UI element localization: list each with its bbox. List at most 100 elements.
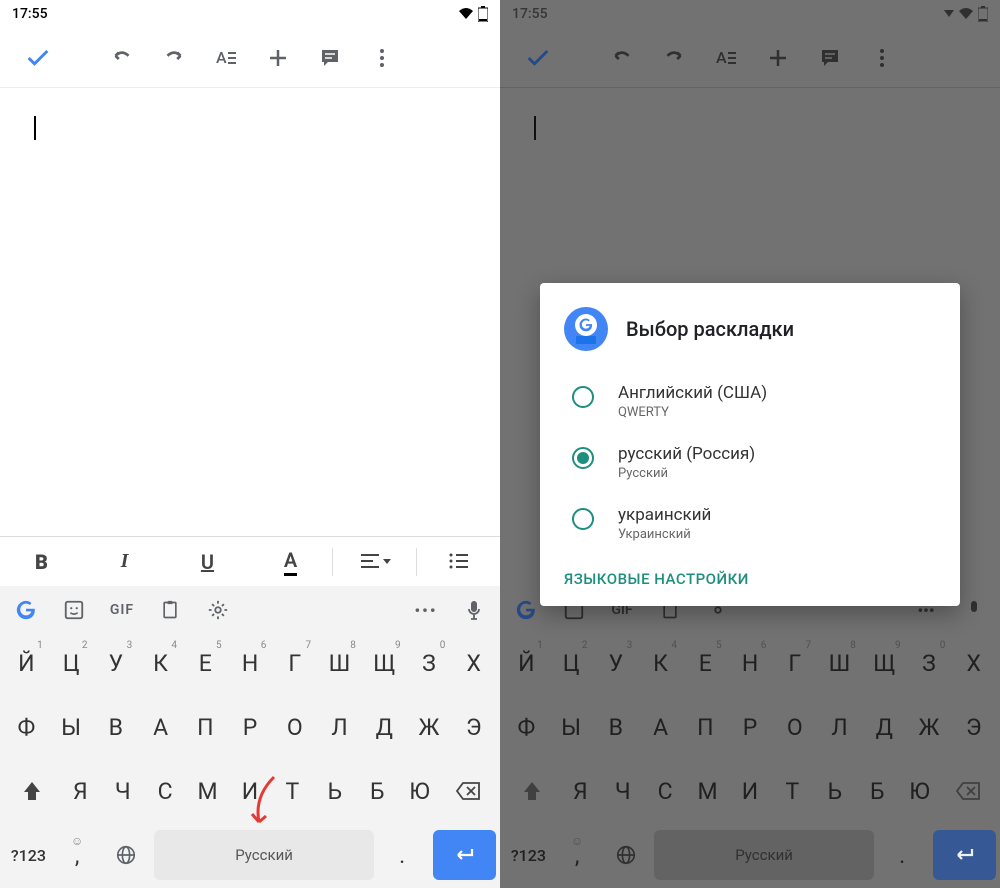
key-Л[interactable]: Л: [817, 702, 862, 752]
key-Ь[interactable]: Ь: [314, 766, 356, 816]
key-Х[interactable]: Х: [451, 638, 496, 688]
key-Г[interactable]: Г7: [272, 638, 317, 688]
key-Ф[interactable]: Ф: [504, 702, 549, 752]
radio-button[interactable]: [572, 386, 594, 408]
key-Ь[interactable]: Ь: [814, 766, 856, 816]
key-И[interactable]: И: [729, 766, 771, 816]
key-Э[interactable]: Э: [451, 702, 496, 752]
key-Г[interactable]: Г7: [772, 638, 817, 688]
key-В[interactable]: В: [93, 702, 138, 752]
comment-button[interactable]: [308, 36, 352, 80]
layout-option[interactable]: русский (Россия) Русский: [564, 432, 936, 493]
key-О[interactable]: О: [772, 702, 817, 752]
settings-icon[interactable]: [204, 596, 232, 624]
google-icon[interactable]: [512, 596, 540, 624]
layout-option[interactable]: Английский (США) QWERTY: [564, 371, 936, 432]
mic-icon[interactable]: [960, 596, 988, 624]
key-С[interactable]: С: [644, 766, 686, 816]
key-Х[interactable]: Х: [951, 638, 996, 688]
key-П[interactable]: П: [183, 702, 228, 752]
key-⇧[interactable]: [504, 766, 559, 816]
key-У[interactable]: У3: [93, 638, 138, 688]
key-Е[interactable]: Е5: [183, 638, 228, 688]
key-Т[interactable]: Т: [771, 766, 813, 816]
key-З[interactable]: З0: [907, 638, 952, 688]
symbols-key[interactable]: ?123: [4, 830, 53, 880]
confirm-button[interactable]: [16, 36, 60, 80]
key-П[interactable]: П: [683, 702, 728, 752]
redo-button[interactable]: [652, 36, 696, 80]
key-У[interactable]: У3: [593, 638, 638, 688]
radio-button[interactable]: [572, 508, 594, 530]
key-⌫[interactable]: [441, 766, 496, 816]
mic-icon[interactable]: [460, 596, 488, 624]
key-Щ[interactable]: Щ9: [862, 638, 907, 688]
layout-option[interactable]: украинский Украинский: [564, 493, 936, 554]
key-Ц[interactable]: Ц2: [49, 638, 94, 688]
key-Б[interactable]: Б: [856, 766, 898, 816]
add-button[interactable]: [256, 36, 300, 80]
key-Е[interactable]: Е5: [683, 638, 728, 688]
key-Н[interactable]: Н6: [728, 638, 773, 688]
key-Я[interactable]: Я: [559, 766, 601, 816]
key-Ш[interactable]: Ш8: [817, 638, 862, 688]
key-Й[interactable]: Й1: [4, 638, 49, 688]
key-Я[interactable]: Я: [59, 766, 101, 816]
key-К[interactable]: К4: [638, 638, 683, 688]
key-Ы[interactable]: Ы: [49, 702, 94, 752]
enter-key[interactable]: [433, 830, 496, 880]
period-key[interactable]: .: [878, 830, 927, 880]
key-И[interactable]: И: [229, 766, 271, 816]
text-color-button[interactable]: A: [249, 548, 332, 576]
format-button[interactable]: A: [704, 36, 748, 80]
key-Т[interactable]: Т: [271, 766, 313, 816]
key-Ю[interactable]: Ю: [898, 766, 940, 816]
bullets-button[interactable]: [417, 553, 500, 571]
key-Д[interactable]: Д: [862, 702, 907, 752]
spacebar-key[interactable]: Русский: [154, 830, 373, 880]
globe-key[interactable]: [102, 830, 151, 880]
key-Ж[interactable]: Ж: [907, 702, 952, 752]
globe-key[interactable]: [602, 830, 651, 880]
key-Ц[interactable]: Ц2: [549, 638, 594, 688]
overflow-button[interactable]: [860, 36, 904, 80]
key-М[interactable]: М: [686, 766, 728, 816]
key-С[interactable]: С: [144, 766, 186, 816]
align-button[interactable]: [333, 553, 416, 571]
key-Ф[interactable]: Ф: [4, 702, 49, 752]
key-А[interactable]: А: [138, 702, 183, 752]
gif-button[interactable]: GIF: [108, 596, 136, 624]
key-Ю[interactable]: Ю: [398, 766, 440, 816]
key-Й[interactable]: Й1: [504, 638, 549, 688]
underline-button[interactable]: U: [166, 550, 249, 574]
document-editor[interactable]: [0, 88, 500, 536]
key-Ы[interactable]: Ы: [549, 702, 594, 752]
key-О[interactable]: О: [272, 702, 317, 752]
key-Щ[interactable]: Щ9: [362, 638, 407, 688]
more-icon[interactable]: •••: [412, 596, 440, 624]
sticker-icon[interactable]: [60, 596, 88, 624]
comma-key[interactable]: ☺,: [553, 830, 602, 880]
add-button[interactable]: [756, 36, 800, 80]
key-З[interactable]: З0: [407, 638, 452, 688]
comma-key[interactable]: ☺,: [53, 830, 102, 880]
redo-button[interactable]: [152, 36, 196, 80]
undo-button[interactable]: [100, 36, 144, 80]
key-⌫[interactable]: [941, 766, 996, 816]
key-М[interactable]: М: [186, 766, 228, 816]
enter-key[interactable]: [933, 830, 996, 880]
google-icon[interactable]: [12, 596, 40, 624]
key-Л[interactable]: Л: [317, 702, 362, 752]
key-Ж[interactable]: Ж: [407, 702, 452, 752]
key-В[interactable]: В: [593, 702, 638, 752]
period-key[interactable]: .: [378, 830, 427, 880]
undo-button[interactable]: [600, 36, 644, 80]
key-К[interactable]: К4: [138, 638, 183, 688]
spacebar-key[interactable]: Русский: [654, 830, 873, 880]
key-Ч[interactable]: Ч: [102, 766, 144, 816]
language-settings-link[interactable]: ЯЗЫКОВЫЕ НАСТРОЙКИ: [564, 570, 936, 588]
key-Б[interactable]: Б: [356, 766, 398, 816]
key-Ш[interactable]: Ш8: [317, 638, 362, 688]
overflow-button[interactable]: [360, 36, 404, 80]
key-Ч[interactable]: Ч: [602, 766, 644, 816]
